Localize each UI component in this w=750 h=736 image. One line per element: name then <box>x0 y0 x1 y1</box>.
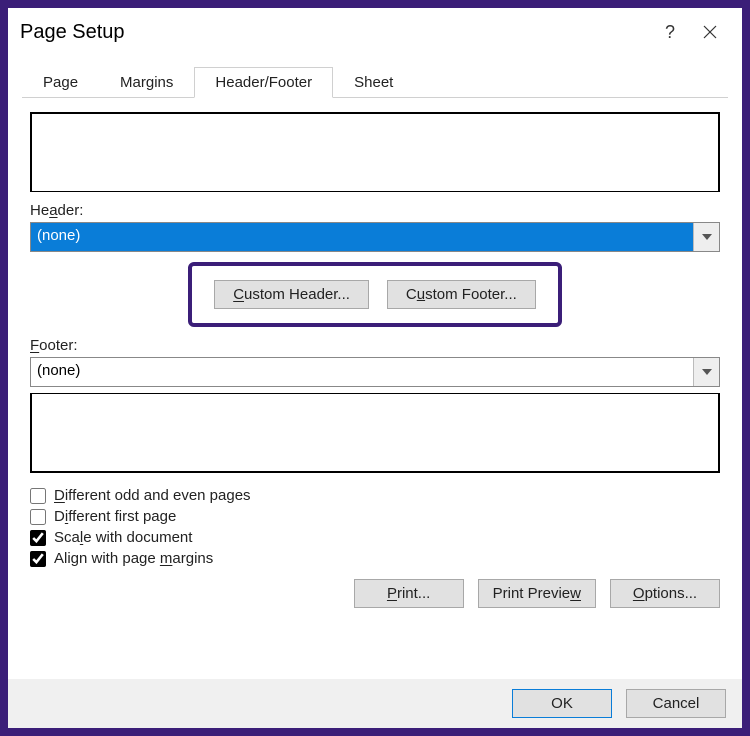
checkbox[interactable] <box>30 551 46 567</box>
ok-button[interactable]: OK <box>512 689 612 718</box>
close-icon <box>703 25 717 39</box>
chevron-down-icon <box>693 358 719 386</box>
tab-content: Header: (none) Custom Header... CCustom … <box>8 98 742 608</box>
chevron-down-icon <box>693 223 719 251</box>
tab-header-footer[interactable]: Header/Footer <box>194 67 333 98</box>
check-scale-with-document[interactable]: Scale with document <box>30 529 720 546</box>
footer-preview <box>30 393 720 473</box>
header-preview <box>30 112 720 192</box>
check-different-odd-even[interactable]: Different odd and even pages <box>30 487 720 504</box>
custom-footer-button[interactable]: CCustom Footer... <box>387 280 536 309</box>
print-preview-button[interactable]: Print Preview <box>478 579 596 608</box>
tab-strip: Page Margins Header/Footer Sheet <box>22 64 728 98</box>
cancel-button[interactable]: Cancel <box>626 689 726 718</box>
action-buttons: Print... Print Preview Options... <box>30 579 720 608</box>
dialog-title: Page Setup <box>20 21 650 44</box>
tab-page[interactable]: Page <box>22 67 99 98</box>
check-align-with-margins[interactable]: Align with page margins <box>30 550 720 567</box>
custom-header-button[interactable]: Custom Header... <box>214 280 369 309</box>
checkbox[interactable] <box>30 509 46 525</box>
footer-select[interactable]: (none) <box>30 357 720 387</box>
options-button[interactable]: Options... <box>610 579 720 608</box>
options-checkboxes: Different odd and even pages Different f… <box>30 487 720 567</box>
page-setup-dialog: Page Setup ? Page Margins Header/Footer … <box>8 8 742 728</box>
header-select-value: (none) <box>31 223 693 251</box>
tab-margins[interactable]: Margins <box>99 67 194 98</box>
print-button[interactable]: Print... <box>354 579 464 608</box>
close-button[interactable] <box>690 16 730 48</box>
header-label: Header: <box>30 202 720 219</box>
titlebar: Page Setup ? <box>8 8 742 54</box>
check-different-first-page[interactable]: Different first page <box>30 508 720 525</box>
footer-label: Footer: <box>30 337 720 354</box>
header-select[interactable]: (none) <box>30 222 720 252</box>
checkbox[interactable] <box>30 488 46 504</box>
checkbox[interactable] <box>30 530 46 546</box>
custom-buttons-highlight: Custom Header... CCustom Footer... <box>188 262 562 327</box>
dialog-footer: OK Cancel <box>8 679 742 728</box>
help-button[interactable]: ? <box>650 16 690 48</box>
footer-select-value: (none) <box>31 358 693 386</box>
tab-sheet[interactable]: Sheet <box>333 67 414 98</box>
